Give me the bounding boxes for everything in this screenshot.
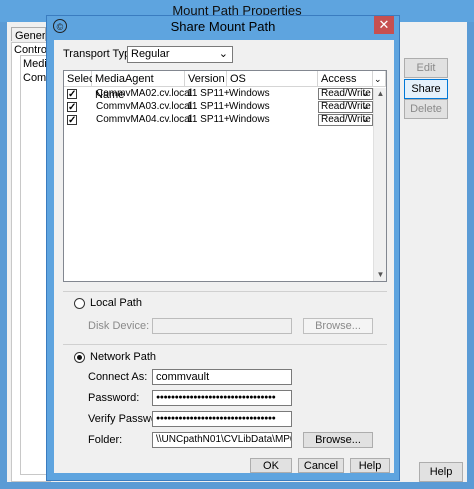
transport-type-select[interactable]: Regular ⌄ [127,46,233,63]
password-input[interactable]: ●●●●●●●●●●●●●●●●●●●●●●●●●●●●●●●● [152,390,292,406]
row-checkbox[interactable]: ✓ [67,102,77,113]
share-mount-path-dialog: © Share Mount Path ✕ Transport Type: Reg… [46,15,400,481]
close-icon[interactable]: ✕ [374,16,394,34]
cancel-button[interactable]: Cancel [298,458,344,473]
local-browse-button[interactable]: Browse... [303,318,373,334]
row-mediaagent-name: CommvMA03.cv.local [96,101,192,112]
mediaagent-table: Select MediaAgent Name Version OS Access… [63,70,387,282]
column-header-mediaagent-name[interactable]: MediaAgent Name [92,71,185,101]
column-header-os[interactable]: OS [227,71,318,87]
row-access-select[interactable]: Read/Write ⌄ [318,101,373,113]
scroll-down-icon[interactable]: ▼ [374,269,387,281]
column-header-version[interactable]: Version [185,71,227,87]
share-button[interactable]: Share [404,79,448,99]
dialog-title: Share Mount Path [170,19,276,34]
table-row[interactable]: ✓ CommvMA04.cv.local 11 SP11+ Windows Re… [64,114,373,126]
chevron-down-icon: ⌄ [361,88,370,99]
column-chooser-icon[interactable]: ⌄ [373,71,386,87]
local-path-radio[interactable] [74,298,85,309]
edit-button[interactable]: Edit [404,58,448,78]
table-row[interactable]: ✓ CommvMA03.cv.local 11 SP11+ Windows Re… [64,101,373,113]
row-checkbox[interactable]: ✓ [67,89,77,100]
background-list: Media Commv [20,55,48,475]
transport-type-value: Regular [131,48,170,60]
connect-as-input[interactable]: commvault [152,369,292,385]
table-scrollbar[interactable]: ▲ ▼ [373,88,386,281]
ok-button[interactable]: OK [250,458,292,473]
chevron-down-icon: ⌄ [361,114,370,125]
network-path-label: Network Path [90,351,157,363]
column-header-access[interactable]: Access [318,71,373,87]
folder-input[interactable]: \\UNCpathN01\CVLibData\MP01 [152,432,292,448]
disk-device-input[interactable] [152,318,292,334]
disk-device-label: Disk Device: [88,320,150,332]
commv-item-label: Commv [23,72,47,84]
row-mediaagent-name: CommvMA04.cv.local [96,114,192,125]
row-version: 11 SP11+ [187,101,230,112]
chevron-down-icon: ⌄ [218,48,228,60]
row-mediaagent-name: CommvMA02.cv.local [96,88,192,99]
local-path-label: Local Path [90,297,142,309]
network-browse-button[interactable]: Browse... [303,432,373,448]
scroll-up-icon[interactable]: ▲ [374,88,387,100]
row-os: Windows [229,114,270,125]
help-button[interactable]: Help [350,458,390,473]
media-column-label: Media [23,58,47,70]
divider [63,344,387,345]
row-version: 11 SP11+ [187,88,230,99]
network-path-radio[interactable] [74,352,85,363]
table-row[interactable]: ✓ CommvMA02.cv.local 11 SP11+ Windows Re… [64,88,373,100]
row-checkbox[interactable]: ✓ [67,115,77,126]
background-help-button[interactable]: Help [419,462,463,482]
verify-password-input[interactable]: ●●●●●●●●●●●●●●●●●●●●●●●●●●●●●●●● [152,411,292,427]
password-label: Password: [88,392,140,404]
row-access-select[interactable]: Read/Write ⌄ [318,88,373,100]
delete-button[interactable]: Delete [404,99,448,119]
divider [63,291,387,292]
dialog-body: Transport Type: Regular ⌄ Select MediaAg… [54,40,394,473]
folder-label: Folder: [88,434,123,446]
chevron-down-icon: ⌄ [361,101,370,112]
connect-as-label: Connect As: [88,371,148,383]
row-os: Windows [229,88,270,99]
row-os: Windows [229,101,270,112]
row-version: 11 SP11+ [187,114,230,125]
column-header-select[interactable]: Select [64,71,98,87]
row-access-select[interactable]: Read/Write ⌄ [318,114,373,126]
